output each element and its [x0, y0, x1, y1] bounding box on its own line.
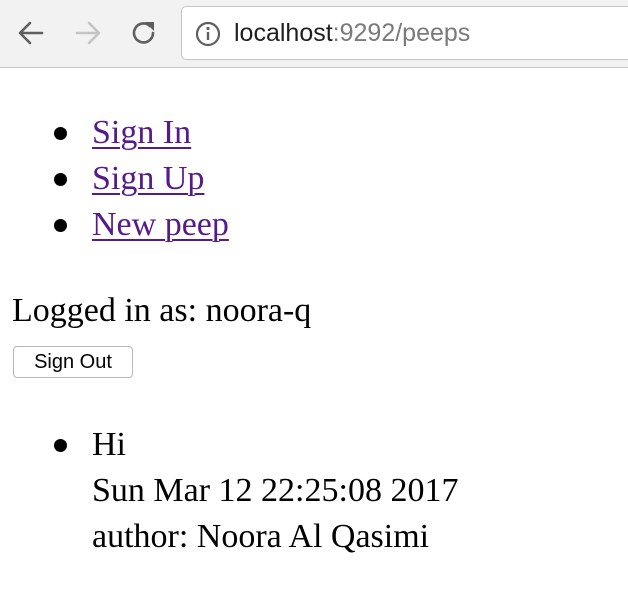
back-button[interactable] — [15, 17, 47, 49]
reload-button[interactable] — [128, 17, 160, 49]
peep-message: Hi — [92, 426, 126, 463]
url-path: :9292/peeps — [332, 19, 471, 47]
bullet — [54, 439, 67, 452]
sign-out-button[interactable]: Sign Out — [13, 346, 133, 378]
browser-toolbar: localhost:9292/peeps — [0, 0, 628, 68]
bullet — [54, 127, 67, 140]
peep-body: Hi Sun Mar 12 22:25:08 2017 author: Noor… — [92, 422, 458, 560]
peep-list: Hi Sun Mar 12 22:25:08 2017 author: Noor… — [0, 422, 628, 562]
logged-in-status: Logged in as: noora-q — [12, 292, 312, 329]
address-bar[interactable]: localhost:9292/peeps — [181, 6, 628, 60]
url-text[interactable]: localhost:9292/peeps — [234, 18, 470, 48]
sign-up-link[interactable]: Sign Up — [92, 156, 204, 202]
sign-in-link[interactable]: Sign In — [92, 110, 191, 156]
bullet — [54, 173, 67, 186]
forward-arrow-icon — [75, 21, 101, 45]
url-host: localhost — [234, 19, 333, 47]
forward-button[interactable] — [72, 17, 104, 49]
new-peep-link[interactable]: New peep — [92, 202, 229, 248]
info-icon[interactable] — [195, 21, 221, 47]
reload-icon — [132, 22, 155, 44]
bullet — [54, 219, 67, 232]
peep-author: author: Noora Al Qasimi — [92, 518, 430, 555]
back-arrow-icon — [18, 21, 44, 45]
list-item: Hi Sun Mar 12 22:25:08 2017 author: Noor… — [0, 422, 628, 562]
peep-timestamp: Sun Mar 12 22:25:08 2017 — [92, 472, 459, 509]
